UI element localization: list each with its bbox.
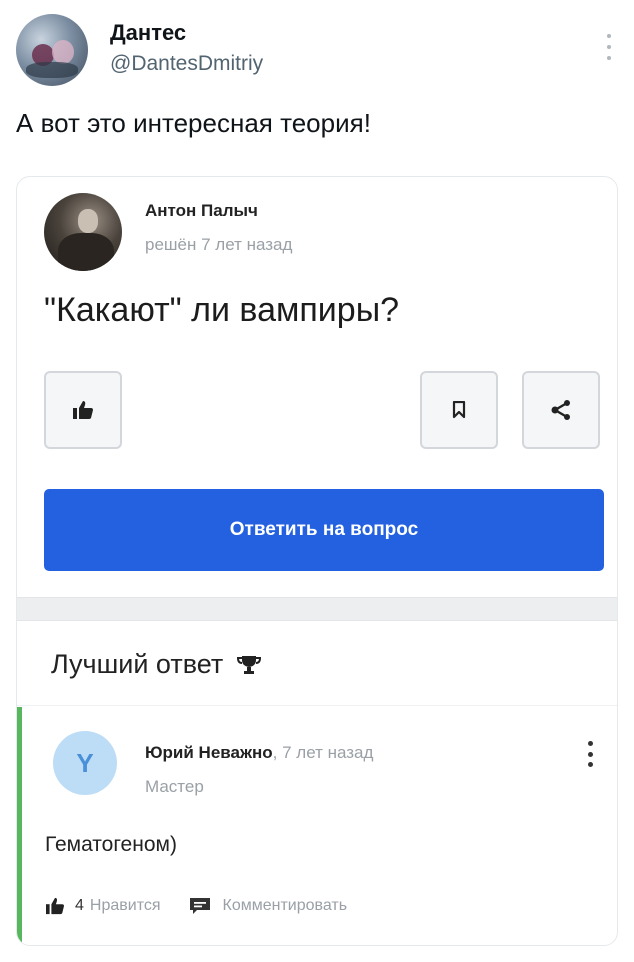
tweet-header: Дантес @DantesDmitriy <box>16 14 618 90</box>
best-answer-accent-bar <box>17 707 22 943</box>
answer-author-avatar[interactable]: Y <box>53 731 117 795</box>
tweet-text: А вот это интересная теория! <box>16 108 371 138</box>
like-count: 4 <box>75 897 84 914</box>
like-button[interactable]: Нравится <box>90 897 161 915</box>
section-divider <box>17 597 617 621</box>
more-options-icon[interactable] <box>606 34 612 60</box>
divider <box>17 705 617 706</box>
answer-text: Гематогеном) <box>45 833 177 856</box>
question-meta: решён 7 лет назад <box>145 235 293 254</box>
answer-actions: 4 Нравится Комментировать <box>45 893 347 919</box>
best-answer-title: Лучший ответ <box>51 649 224 679</box>
bookmark-button[interactable] <box>420 371 498 449</box>
question-author-name[interactable]: Антон Палыч <box>145 201 258 221</box>
trophy-icon <box>237 654 262 676</box>
embedded-question-card[interactable]: Антон Палыч решён 7 лет назад "Какают" л… <box>16 176 618 946</box>
answer-author-name[interactable]: Юрий Неважно <box>145 743 273 762</box>
answer-time: , 7 лет назад <box>272 743 374 762</box>
share-icon <box>551 400 570 420</box>
tweet-author-handle[interactable]: @DantesDmitriy <box>110 52 263 76</box>
answer-author-rank: Мастер <box>145 777 204 796</box>
bookmark-icon <box>452 401 466 419</box>
tweet-author-avatar[interactable] <box>16 14 88 86</box>
answer-question-button[interactable]: Ответить на вопрос <box>44 489 604 571</box>
answer-author-line: Юрий Неважно, 7 лет назад <box>145 743 373 763</box>
like-question-button[interactable] <box>44 371 122 449</box>
thumbs-up-icon <box>73 401 93 419</box>
best-answer: Y Юрий Неважно, 7 лет назад Мастер Гемат… <box>17 707 617 945</box>
question-title: "Какают" ли вампиры? <box>44 291 400 329</box>
comment-button[interactable]: Комментировать <box>223 897 348 915</box>
answer-more-options-icon[interactable] <box>587 741 593 767</box>
tweet-author-name[interactable]: Дантес <box>110 20 186 46</box>
share-button[interactable] <box>522 371 600 449</box>
question-author-avatar[interactable] <box>44 193 122 271</box>
comment-icon[interactable] <box>189 897 211 915</box>
best-answer-heading: Лучший ответ <box>51 649 262 680</box>
like-icon[interactable] <box>45 897 65 915</box>
